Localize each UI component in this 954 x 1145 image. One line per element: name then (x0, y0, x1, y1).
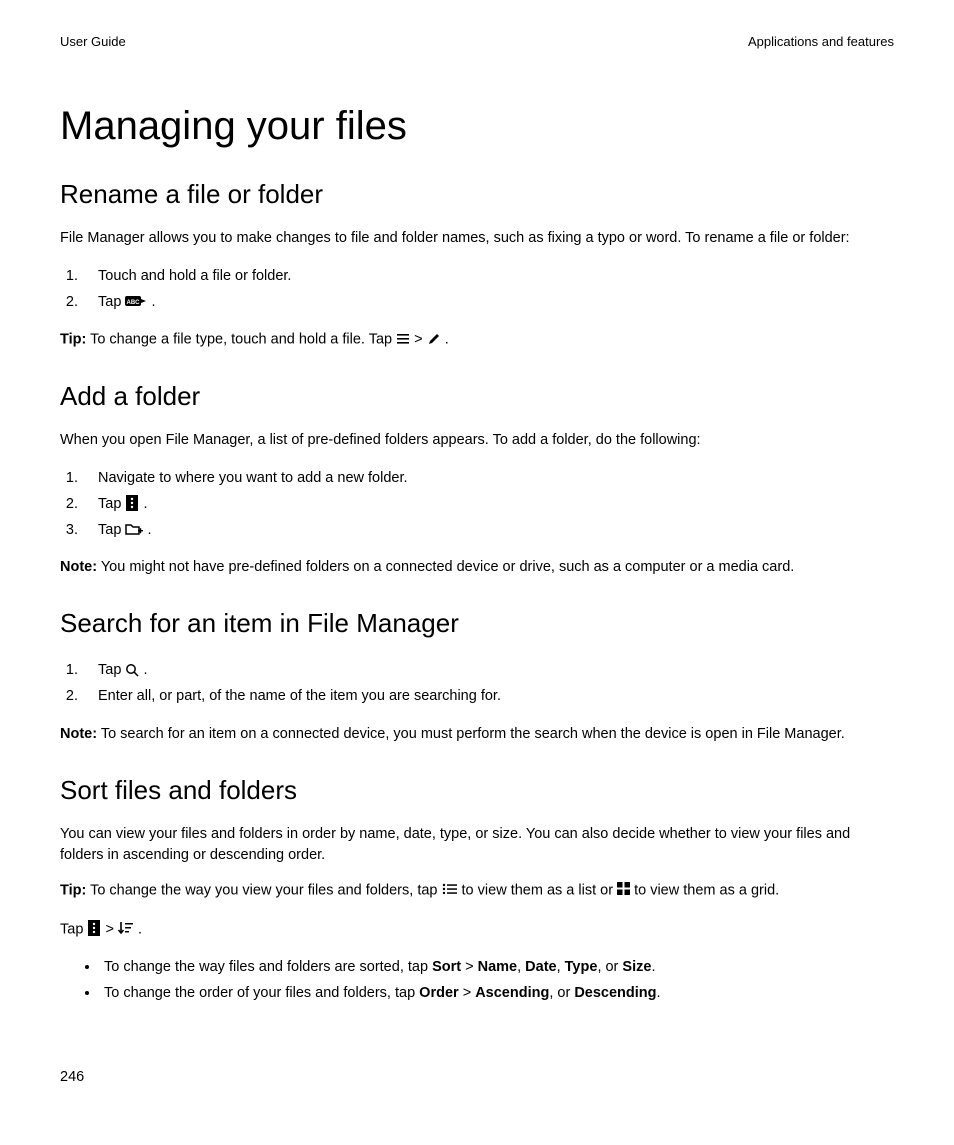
section-heading-search: Search for an item in File Manager (60, 608, 894, 639)
sort-intro: You can view your files and folders in o… (60, 824, 894, 866)
tip-pre: To change the way you view your files an… (86, 882, 441, 898)
step-text: Tap (98, 294, 125, 310)
tip-text-pre: To change a file type, touch and hold a … (86, 332, 396, 348)
tip-mid: to view them as a list or (462, 882, 618, 898)
menu-lines-icon (396, 328, 410, 349)
addfolder-steps: Navigate to where you want to add a new … (60, 465, 894, 544)
more-vertical-icon (125, 490, 139, 516)
sort-tip: Tip: To change the way you view your fil… (60, 880, 894, 901)
sort-tap-line: Tap > . (60, 919, 894, 940)
list-view-icon (442, 879, 458, 900)
addfolder-note: Note: You might not have pre-defined fol… (60, 557, 894, 578)
tap-pre: Tap (60, 921, 87, 937)
tip-sep: > (414, 332, 427, 348)
step-text-end: . (143, 496, 147, 512)
page: User Guide Applications and features Man… (0, 0, 954, 1145)
more-vertical-icon (87, 918, 101, 939)
search-icon (125, 656, 139, 682)
note-text: To search for an item on a connected dev… (97, 726, 845, 742)
tap-post: . (138, 921, 142, 937)
header-right: Applications and features (748, 34, 894, 49)
tip-label: Tip: (60, 882, 86, 898)
search-step-1: Tap . (82, 657, 894, 683)
tip-label: Tip: (60, 332, 86, 348)
section-heading-rename: Rename a file or folder (60, 179, 894, 210)
addfolder-step-2: Tap . (82, 491, 894, 517)
pencil-edit-icon (427, 328, 441, 349)
tip-text-post: . (445, 332, 449, 348)
folder-add-icon (125, 516, 143, 542)
step-text: Tap (98, 522, 125, 538)
page-header: User Guide Applications and features (60, 34, 894, 49)
tip-post: to view them as a grid. (634, 882, 779, 898)
rename-tip: Tip: To change a file type, touch and ho… (60, 329, 894, 350)
page-title: Managing your files (60, 104, 894, 149)
note-label: Note: (60, 559, 97, 575)
addfolder-intro: When you open File Manager, a list of pr… (60, 430, 894, 451)
rename-abc-icon: ABC (125, 288, 147, 314)
note-label: Note: (60, 726, 97, 742)
step-text-end: . (151, 294, 155, 310)
step-text-end: . (147, 522, 151, 538)
rename-step-1: Touch and hold a file or folder. (82, 263, 894, 289)
sort-bullets: To change the way files and folders are … (60, 954, 894, 1006)
rename-step-2: Tap ABC . (82, 289, 894, 315)
step-text: Tap (98, 662, 125, 678)
section-heading-sort: Sort files and folders (60, 775, 894, 806)
page-number: 246 (60, 1069, 84, 1085)
search-note: Note: To search for an item on a connect… (60, 724, 894, 745)
section-heading-addfolder: Add a folder (60, 381, 894, 412)
sort-bullet-1: To change the way files and folders are … (100, 954, 894, 980)
addfolder-step-1: Navigate to where you want to add a new … (82, 465, 894, 491)
addfolder-step-3: Tap . (82, 517, 894, 543)
step-text: Tap (98, 496, 125, 512)
search-steps: Tap . Enter all, or part, of the name of… (60, 657, 894, 709)
grid-view-icon (617, 879, 630, 900)
svg-text:ABC: ABC (127, 300, 141, 306)
tap-sep: > (105, 921, 118, 937)
sort-arrow-icon (118, 918, 134, 939)
rename-steps: Touch and hold a file or folder. Tap ABC… (60, 263, 894, 315)
header-left: User Guide (60, 34, 126, 49)
rename-intro: File Manager allows you to make changes … (60, 228, 894, 249)
step-text-end: . (143, 662, 147, 678)
sort-bullet-2: To change the order of your files and fo… (100, 980, 894, 1006)
search-step-2: Enter all, or part, of the name of the i… (82, 683, 894, 709)
note-text: You might not have pre-defined folders o… (97, 559, 794, 575)
